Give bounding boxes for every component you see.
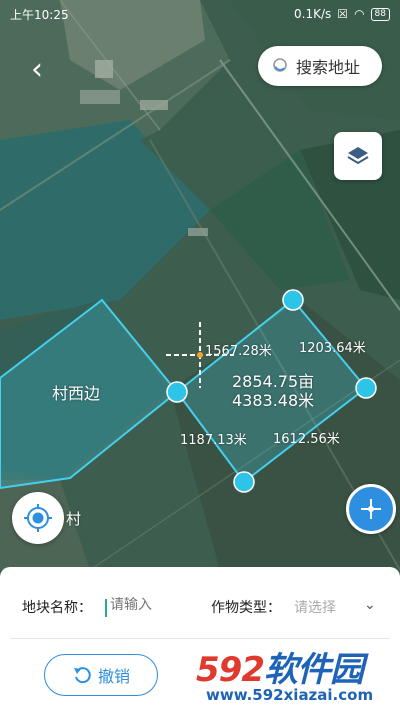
- plot-name-input[interactable]: [110, 597, 200, 613]
- battery-icon: 88: [370, 7, 390, 21]
- segment-length: 1567.28米: [205, 344, 272, 359]
- wifi-icon: ◠: [354, 7, 365, 21]
- map-layers-button[interactable]: [334, 132, 382, 180]
- vertex-handle[interactable]: [282, 289, 304, 311]
- undo-label: 撤销: [97, 667, 130, 686]
- vertex-handle[interactable]: [166, 381, 188, 403]
- status-time: 上午10:25: [10, 7, 69, 22]
- village-label: 村: [66, 510, 82, 528]
- field-name-label: 村西边: [52, 384, 101, 403]
- vertex-handle[interactable]: [233, 471, 255, 493]
- search-address-button[interactable]: 搜索地址: [258, 46, 382, 86]
- text-caret: [105, 599, 107, 617]
- search-icon: [273, 58, 287, 72]
- segment-length: 1203.64米: [299, 341, 366, 356]
- watermark-url: www.592xiazai.com: [206, 686, 374, 704]
- location-target-icon: [24, 504, 52, 532]
- crop-type-select[interactable]: 请选择: [294, 597, 336, 617]
- search-label: 搜索地址: [296, 58, 361, 77]
- field-measurement: 2854.75亩 4383.48米: [232, 372, 314, 410]
- watermark-brand: 592软件园: [196, 650, 364, 690]
- plot-form-row: 地块名称： 作物类型： 请选择 ⌄: [0, 597, 400, 621]
- vertex-handle[interactable]: [355, 377, 377, 399]
- status-bar: 上午10:25 0.1K/s ☒ ◠ 88: [0, 0, 400, 28]
- undo-icon: [73, 667, 91, 684]
- back-button[interactable]: ‹: [22, 52, 52, 88]
- divider: [10, 638, 390, 639]
- segment-length: 1612.56米: [273, 432, 340, 447]
- locate-me-button[interactable]: [12, 492, 64, 544]
- watermark-logo: 592软件园 www.592xiazai.com: [196, 640, 396, 706]
- plot-name-label: 地块名称：: [22, 600, 92, 616]
- perimeter-text: 4383.48米: [232, 391, 315, 410]
- status-indicators: 0.1K/s ☒ ◠ 88: [294, 7, 390, 21]
- segment-length: 1187.13米: [180, 433, 247, 448]
- chevron-left-icon: ‹: [31, 52, 43, 87]
- layers-icon: [347, 147, 369, 165]
- add-point-button[interactable]: [346, 484, 396, 534]
- network-speed: 0.1K/s: [294, 7, 332, 21]
- sim-icon: ☒: [337, 7, 349, 21]
- chevron-down-icon[interactable]: ⌄: [364, 597, 376, 613]
- crop-type-label: 作物类型：: [211, 600, 281, 616]
- area-text: 2854.75亩: [232, 372, 315, 391]
- crosshair-pin-icon: [361, 499, 381, 519]
- undo-button[interactable]: 撤销: [44, 654, 158, 696]
